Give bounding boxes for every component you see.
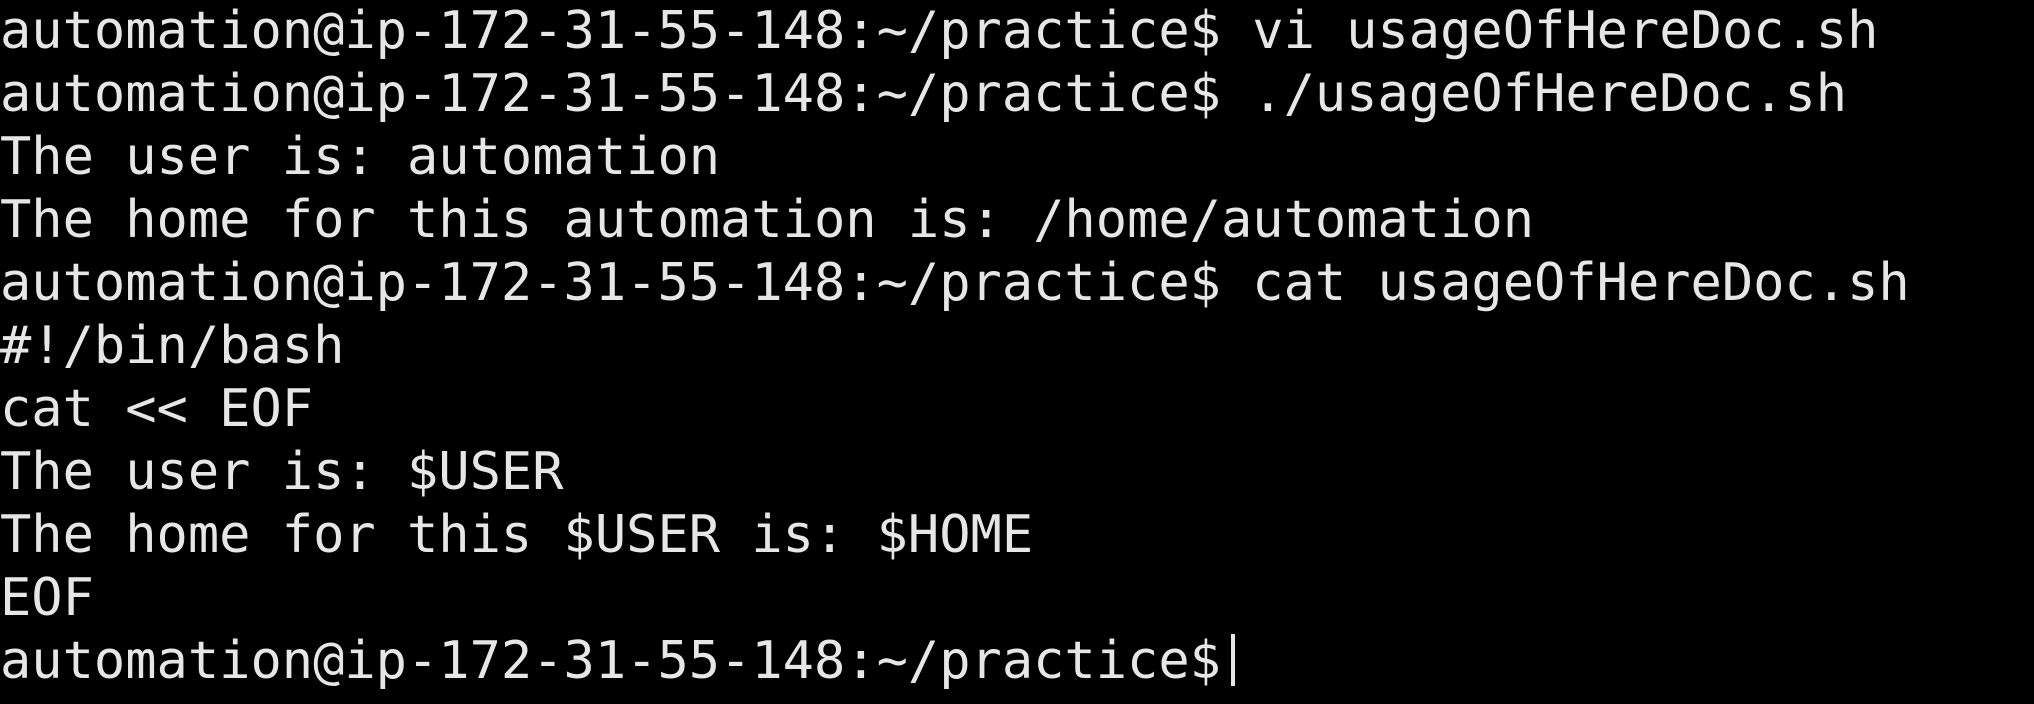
terminal-line: The user is: automation [0, 127, 721, 187]
terminal-prompt-line[interactable]: automation@ip-172-31-55-148:~/practice$ [0, 630, 2034, 693]
prompt-text: automation@ip-172-31-55-148:~/practice$ [0, 631, 1221, 691]
terminal-line: automation@ip-172-31-55-148:~/practice$ … [0, 253, 1910, 313]
terminal-window[interactable]: automation@ip-172-31-55-148:~/practice$ … [0, 0, 2034, 704]
terminal-line: The home for this automation is: /home/a… [0, 190, 1535, 250]
terminal-line: The user is: $USER [0, 442, 564, 502]
text-cursor [1230, 634, 1235, 686]
terminal-line: #!/bin/bash [0, 316, 345, 376]
terminal-line: The home for this $USER is: $HOME [0, 505, 1034, 565]
terminal-line: automation@ip-172-31-55-148:~/practice$ … [0, 64, 1848, 124]
terminal-line: automation@ip-172-31-55-148:~/practice$ … [0, 1, 1879, 61]
terminal-line: cat << EOF [0, 379, 314, 439]
terminal-line: EOF [0, 568, 94, 628]
